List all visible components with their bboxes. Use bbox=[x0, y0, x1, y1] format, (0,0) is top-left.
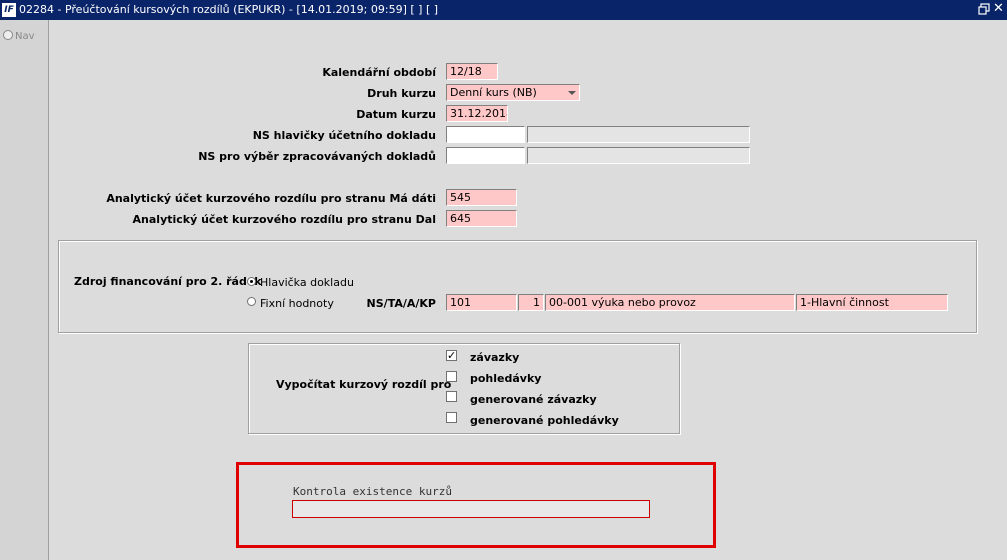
ns-field[interactable]: 101 bbox=[446, 294, 517, 311]
generated-receivables-label[interactable]: generované pohledávky bbox=[470, 414, 619, 427]
ns-select-label: NS pro výběr zpracovávaných dokladů bbox=[198, 150, 436, 163]
ns-header-field[interactable] bbox=[446, 126, 525, 143]
period-field[interactable]: 12/18 bbox=[446, 63, 498, 80]
calc-label: Vypočítat kurzový rozdíl pro bbox=[276, 378, 452, 391]
acct-debit-label: Analytický účet kurzového rozdílu pro st… bbox=[132, 213, 436, 226]
radio-header-label[interactable]: Hlavička dokladu bbox=[260, 276, 354, 289]
rate-type-value: Denní kurs (NB) bbox=[450, 86, 537, 99]
kp-field[interactable]: 1-Hlavní činnost bbox=[796, 294, 948, 311]
nav-label: Nav bbox=[15, 31, 35, 42]
financing-label: Zdroj financování pro 2. řádek bbox=[74, 275, 262, 288]
nav-panel: Nav bbox=[0, 20, 49, 560]
ns-select-field[interactable] bbox=[446, 147, 525, 164]
app-logo-icon: IF bbox=[2, 3, 16, 17]
window-title: 02284 - Přeúčtování kursových rozdílů (E… bbox=[19, 3, 439, 16]
checkbox-payables[interactable]: ✓ bbox=[446, 350, 457, 361]
ns-select-desc bbox=[527, 147, 750, 164]
receivables-label[interactable]: pohledávky bbox=[470, 372, 541, 385]
radio-header[interactable] bbox=[247, 277, 256, 286]
ta-field[interactable]: 1 bbox=[518, 294, 544, 311]
nav-item[interactable]: Nav bbox=[3, 30, 35, 42]
period-label: Kalendářní období bbox=[322, 66, 436, 79]
generated-payables-label[interactable]: generované závazky bbox=[470, 393, 597, 406]
restore-icon[interactable] bbox=[978, 3, 990, 15]
ns-ta-a-kp-label: NS/TA/A/KP bbox=[366, 297, 436, 310]
acct-debit-field[interactable]: 645 bbox=[446, 210, 517, 227]
checkbox-generated-payables[interactable] bbox=[446, 391, 457, 402]
payables-label[interactable]: závazky bbox=[470, 351, 519, 364]
nav-radio-icon bbox=[3, 30, 13, 40]
radio-fixed-label[interactable]: Fixní hodnoty bbox=[260, 297, 334, 310]
title-bar: IF 02284 - Přeúčtování kursových rozdílů… bbox=[0, 0, 1007, 20]
rate-check-field[interactable] bbox=[292, 500, 650, 518]
chevron-down-icon[interactable] bbox=[568, 91, 576, 95]
close-icon[interactable]: ✕ bbox=[993, 2, 1004, 16]
checkbox-receivables[interactable] bbox=[446, 371, 457, 382]
rate-date-label: Datum kurzu bbox=[356, 108, 436, 121]
acct-credit-field[interactable]: 545 bbox=[446, 189, 517, 206]
ns-header-label: NS hlavičky účetního dokladu bbox=[252, 129, 436, 142]
rate-type-select[interactable]: Denní kurs (NB) bbox=[446, 84, 580, 101]
checkbox-generated-receivables[interactable] bbox=[446, 412, 457, 423]
rate-check-label: Kontrola existence kurzů bbox=[293, 485, 452, 498]
a-field[interactable]: 00-001 výuka nebo provoz bbox=[545, 294, 795, 311]
radio-fixed[interactable] bbox=[247, 297, 256, 306]
rate-type-label: Druh kurzu bbox=[367, 87, 436, 100]
ns-header-desc bbox=[527, 126, 750, 143]
acct-credit-label: Analytický účet kurzového rozdílu pro st… bbox=[106, 192, 436, 205]
rate-date-field[interactable]: 31.12.2018 bbox=[446, 105, 508, 122]
